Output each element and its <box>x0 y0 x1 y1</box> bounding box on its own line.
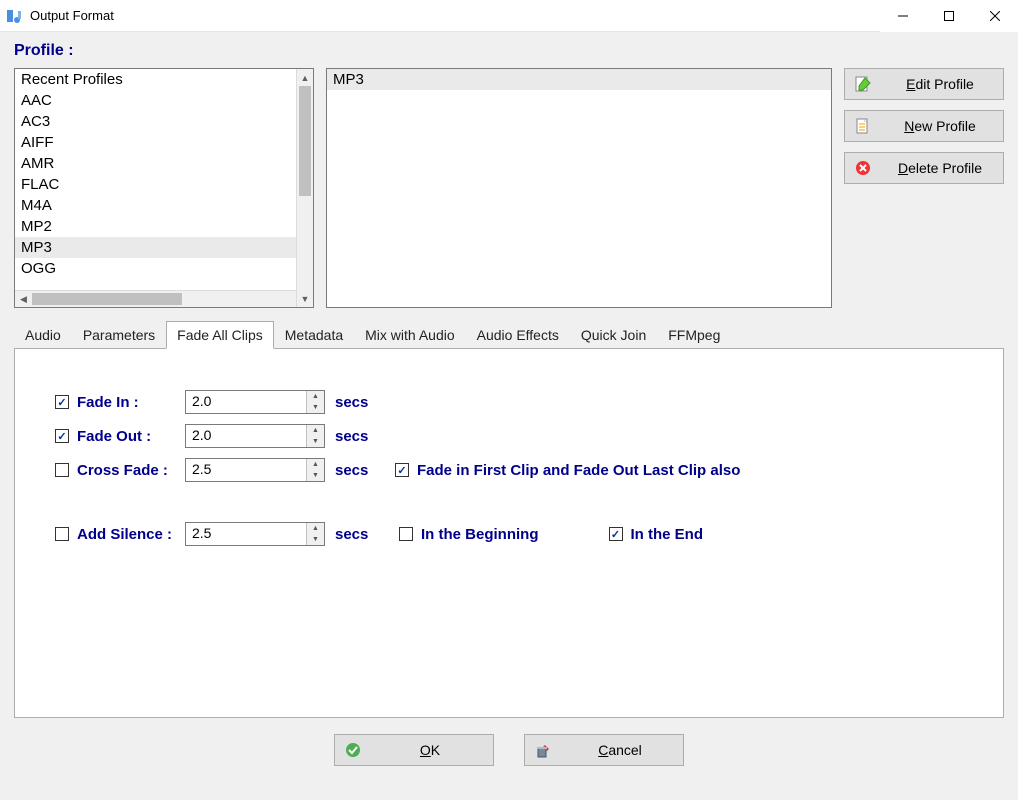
category-horizontal-scrollbar[interactable]: ◀ ▶ <box>15 290 313 307</box>
cross-fade-checkbox[interactable] <box>55 463 69 477</box>
tab-metadata[interactable]: Metadata <box>274 321 354 349</box>
spinner-down-icon[interactable]: ▼ <box>307 436 324 447</box>
category-item[interactable]: AMR <box>15 153 313 174</box>
category-item[interactable]: M4A <box>15 195 313 216</box>
app-icon <box>6 8 22 24</box>
cross-fade-value[interactable]: 2.5 ▲▼ <box>185 458 325 482</box>
spinner-up-icon[interactable]: ▲ <box>307 523 324 534</box>
tab-fade-all-clips[interactable]: Fade All Clips <box>166 321 274 349</box>
fade-in-value[interactable]: 2.0 ▲▼ <box>185 390 325 414</box>
edit-profile-label: Edit Profile <box>887 76 993 92</box>
cross-fade-label: Cross Fade : <box>77 462 168 479</box>
category-item[interactable]: OGG <box>15 258 313 279</box>
fade-first-last-checkbox[interactable]: ✓ <box>395 463 409 477</box>
new-profile-button[interactable]: New Profile <box>844 110 1004 142</box>
tab-parameters[interactable]: Parameters <box>72 321 166 349</box>
category-item[interactable]: AIFF <box>15 132 313 153</box>
category-item[interactable]: MP2 <box>15 216 313 237</box>
profile-detail-list[interactable]: MP3 <box>326 68 832 308</box>
tab-ffmpeg[interactable]: FFMpeg <box>657 321 731 349</box>
profile-detail-item[interactable]: MP3 <box>327 69 831 90</box>
cross-fade-unit: secs <box>335 462 385 479</box>
new-file-icon <box>855 118 871 134</box>
cancel-icon <box>535 742 551 758</box>
profile-section-label: Profile : <box>0 32 1018 64</box>
tab-audio[interactable]: Audio <box>14 321 72 349</box>
scroll-thumb[interactable] <box>299 86 311 196</box>
title-bar: Output Format <box>0 0 1018 32</box>
fade-out-value[interactable]: 2.0 ▲▼ <box>185 424 325 448</box>
silence-beginning-checkbox[interactable] <box>399 527 413 541</box>
ok-button[interactable]: OK <box>334 734 494 766</box>
spinner-up-icon[interactable]: ▲ <box>307 425 324 436</box>
close-button[interactable] <box>972 0 1018 32</box>
profile-category-list[interactable]: Recent ProfilesAACAC3AIFFAMRFLACM4AMP2MP… <box>14 68 314 308</box>
add-silence-unit: secs <box>335 526 385 543</box>
silence-beginning-label: In the Beginning <box>421 526 539 543</box>
fade-in-unit: secs <box>335 394 385 411</box>
delete-profile-button[interactable]: Delete Profile <box>844 152 1004 184</box>
category-item[interactable]: FLAC <box>15 174 313 195</box>
edit-profile-button[interactable]: Edit Profile <box>844 68 1004 100</box>
spinner-up-icon[interactable]: ▲ <box>307 459 324 470</box>
spinner-down-icon[interactable]: ▼ <box>307 470 324 481</box>
window-title: Output Format <box>30 8 880 23</box>
edit-icon <box>855 76 871 92</box>
tab-audio-effects[interactable]: Audio Effects <box>466 321 570 349</box>
new-profile-label: New Profile <box>887 118 993 134</box>
delete-icon <box>855 160 871 176</box>
delete-profile-label: Delete Profile <box>887 160 993 176</box>
fade-out-label: Fade Out : <box>77 428 151 445</box>
settings-tabs: AudioParametersFade All ClipsMetadataMix… <box>14 320 1004 348</box>
spinner-down-icon[interactable]: ▼ <box>307 402 324 413</box>
silence-end-label: In the End <box>631 526 704 543</box>
tab-quick-join[interactable]: Quick Join <box>570 321 657 349</box>
ok-icon <box>345 742 361 758</box>
scroll-thumb[interactable] <box>32 293 182 305</box>
scroll-up-icon[interactable]: ▲ <box>297 69 313 86</box>
cancel-button[interactable]: Cancel <box>524 734 684 766</box>
category-item[interactable]: AC3 <box>15 111 313 132</box>
maximize-button[interactable] <box>926 0 972 32</box>
add-silence-label: Add Silence : <box>77 526 172 543</box>
scroll-left-icon[interactable]: ◀ <box>15 291 32 307</box>
fade-first-last-label: Fade in First Clip and Fade Out Last Cli… <box>417 462 740 479</box>
tab-mix-with-audio[interactable]: Mix with Audio <box>354 321 465 349</box>
fade-in-label: Fade In : <box>77 394 139 411</box>
cancel-label: Cancel <box>567 742 673 758</box>
category-item[interactable]: MP3 <box>15 237 313 258</box>
spinner-down-icon[interactable]: ▼ <box>307 534 324 545</box>
fade-in-checkbox[interactable]: ✓ <box>55 395 69 409</box>
fade-out-unit: secs <box>335 428 385 445</box>
add-silence-checkbox[interactable] <box>55 527 69 541</box>
category-vertical-scrollbar[interactable]: ▲ ▼ <box>296 69 313 307</box>
category-item[interactable]: Recent Profiles <box>15 69 313 90</box>
scroll-down-icon[interactable]: ▼ <box>297 290 313 307</box>
add-silence-value[interactable]: 2.5 ▲▼ <box>185 522 325 546</box>
fade-all-clips-panel: ✓ Fade In : 2.0 ▲▼ secs ✓ Fade Out : 2.0… <box>14 348 1004 718</box>
minimize-button[interactable] <box>880 0 926 32</box>
category-item[interactable]: AAC <box>15 90 313 111</box>
silence-end-checkbox[interactable]: ✓ <box>609 527 623 541</box>
spinner-up-icon[interactable]: ▲ <box>307 391 324 402</box>
fade-out-checkbox[interactable]: ✓ <box>55 429 69 443</box>
ok-label: OK <box>377 742 483 758</box>
